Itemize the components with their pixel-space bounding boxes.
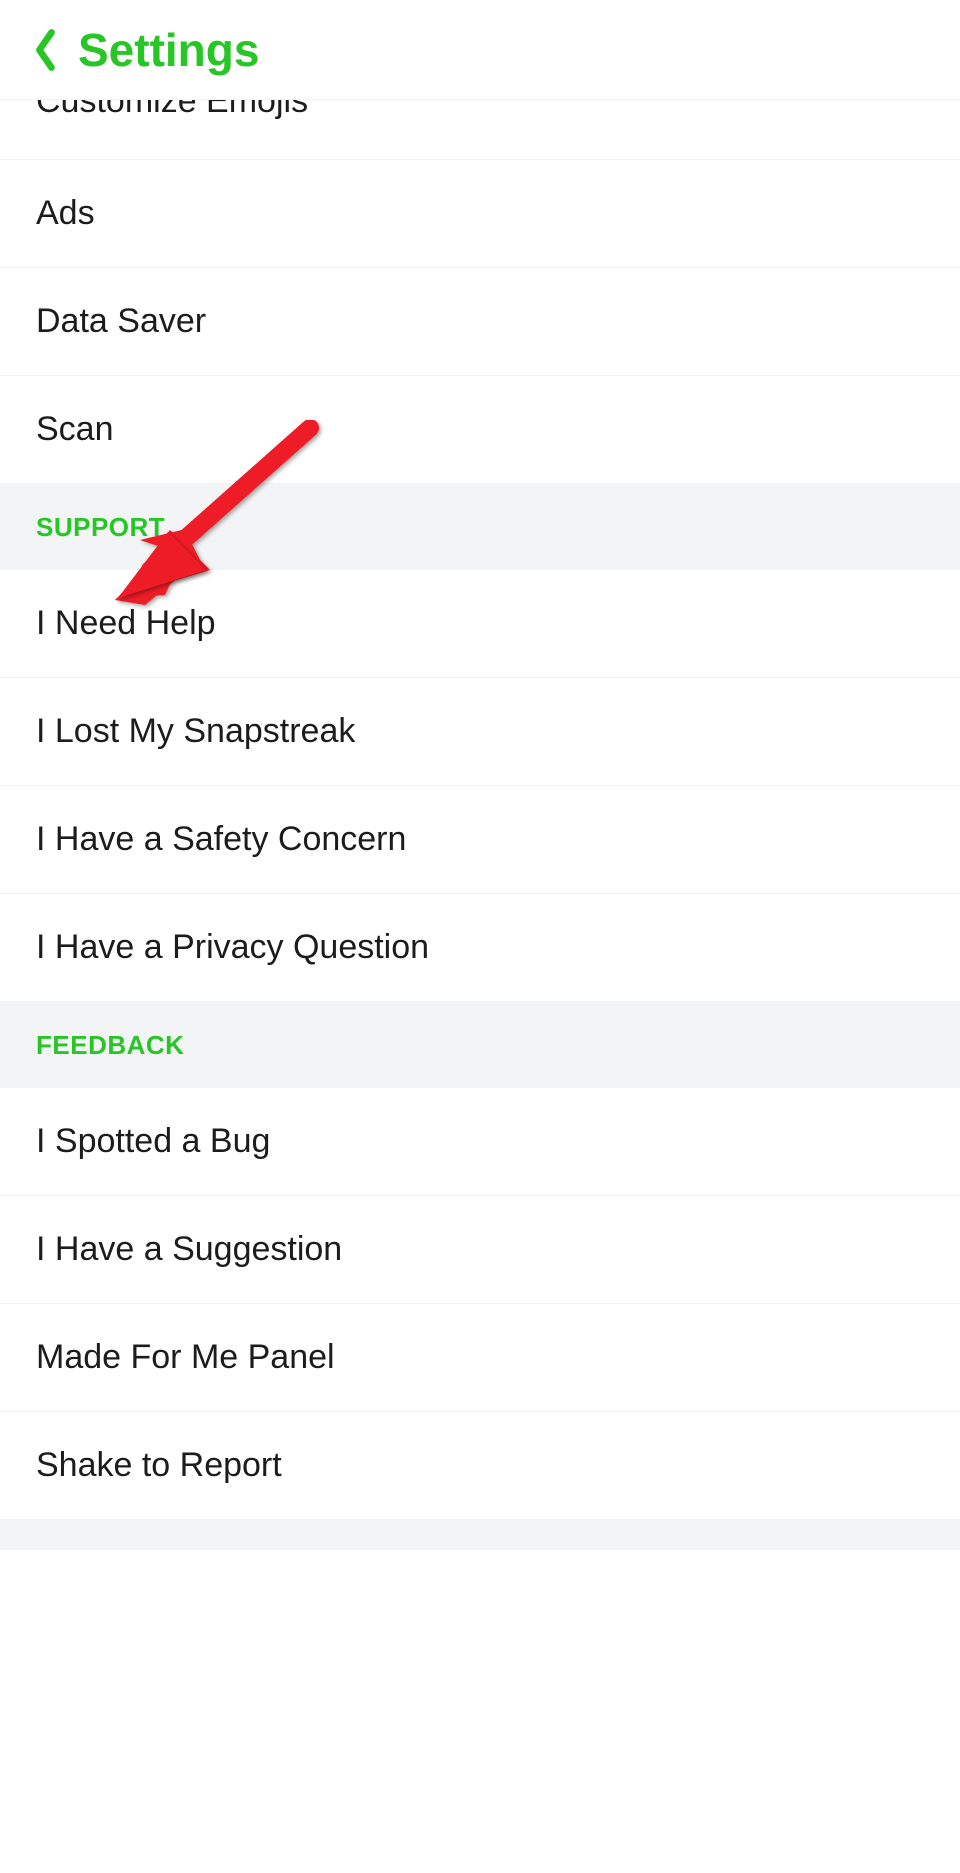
section-header-empty xyxy=(0,1520,960,1550)
settings-item-label: Data Saver xyxy=(36,302,206,341)
settings-item-label: I Lost My Snapstreak xyxy=(36,712,355,751)
settings-item-label: Ads xyxy=(36,194,95,233)
settings-item-label: I Have a Suggestion xyxy=(36,1230,342,1269)
chevron-left-icon xyxy=(32,28,60,72)
settings-item-i-spotted-a-bug[interactable]: I Spotted a Bug xyxy=(0,1088,960,1196)
section-header-feedback: FEEDBACK xyxy=(0,1002,960,1088)
settings-item-data-saver[interactable]: Data Saver xyxy=(0,268,960,376)
settings-item-label: Customize Emojis xyxy=(36,100,308,121)
settings-item-i-have-a-safety-concern[interactable]: I Have a Safety Concern xyxy=(0,786,960,894)
settings-item-label: I Have a Safety Concern xyxy=(36,820,406,859)
settings-item-i-have-a-suggestion[interactable]: I Have a Suggestion xyxy=(0,1196,960,1304)
settings-item-made-for-me-panel[interactable]: Made For Me Panel xyxy=(0,1304,960,1412)
settings-item-label: I Spotted a Bug xyxy=(36,1122,270,1161)
settings-item-customize-emojis[interactable]: Customize Emojis xyxy=(0,100,960,160)
settings-item-label: Scan xyxy=(36,410,114,449)
settings-item-label: I Need Help xyxy=(36,604,216,643)
settings-item-label: Shake to Report xyxy=(36,1446,282,1485)
settings-item-i-lost-my-snapstreak[interactable]: I Lost My Snapstreak xyxy=(0,678,960,786)
section-header-support: SUPPORT xyxy=(0,484,960,570)
settings-item-label: Made For Me Panel xyxy=(36,1338,335,1377)
page-title: Settings xyxy=(78,23,259,77)
header-bar: Settings xyxy=(0,0,960,100)
settings-item-label: I Have a Privacy Question xyxy=(36,928,429,967)
settings-item-i-need-help[interactable]: I Need Help xyxy=(0,570,960,678)
settings-item-i-have-a-privacy-question[interactable]: I Have a Privacy Question xyxy=(0,894,960,1002)
settings-item-ads[interactable]: Ads xyxy=(0,160,960,268)
settings-item-scan[interactable]: Scan xyxy=(0,376,960,484)
settings-item-shake-to-report[interactable]: Shake to Report xyxy=(0,1412,960,1520)
back-button[interactable] xyxy=(24,28,68,72)
